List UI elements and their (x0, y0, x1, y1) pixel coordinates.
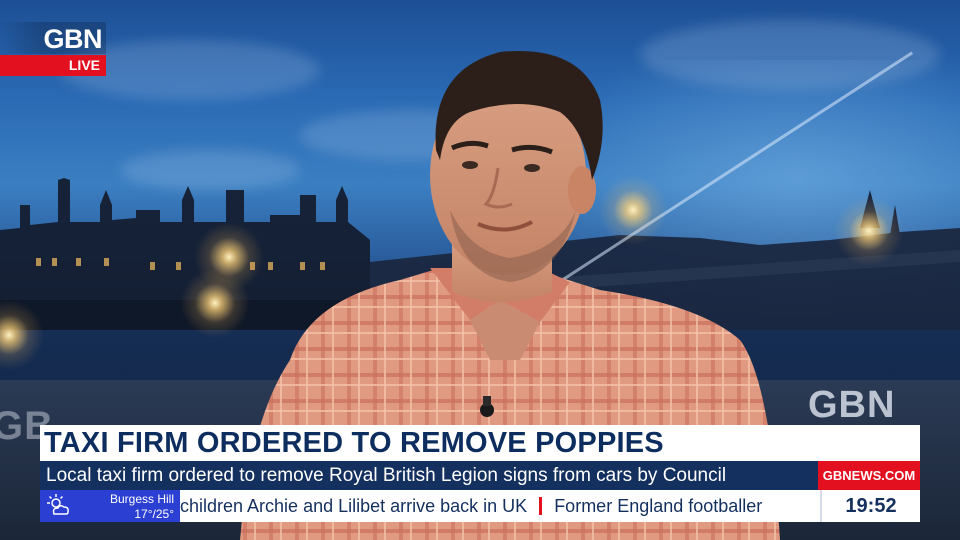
ticker-separator (539, 497, 543, 515)
logo-text: GBN (43, 24, 103, 54)
channel-logo: GBN LIVE (0, 22, 106, 76)
website-badge: GBNEWS.COM (818, 461, 920, 490)
ticker-track: children Archie and Lilibet arrive back … (180, 490, 762, 522)
ticker-item: Former England footballer (554, 496, 763, 516)
ticker-item: children Archie and Lilibet arrive back … (180, 496, 528, 516)
weather-panel: Burgess Hill 17°/25° (40, 490, 180, 522)
subheadline-bar: Local taxi firm ordered to remove Royal … (40, 461, 818, 490)
gbn-logo: GBN (0, 22, 106, 54)
headline-bar: TAXI FIRM ORDERED TO REMOVE POPPIES (40, 425, 920, 461)
weather-temperature: 17°/25° (134, 507, 174, 521)
weather-location: Burgess Hill (109, 492, 174, 506)
clock: 19:52 (820, 490, 920, 522)
news-ticker: children Archie and Lilibet arrive back … (180, 490, 820, 522)
live-badge: LIVE (0, 55, 106, 76)
sun-cloud-icon (47, 494, 69, 515)
